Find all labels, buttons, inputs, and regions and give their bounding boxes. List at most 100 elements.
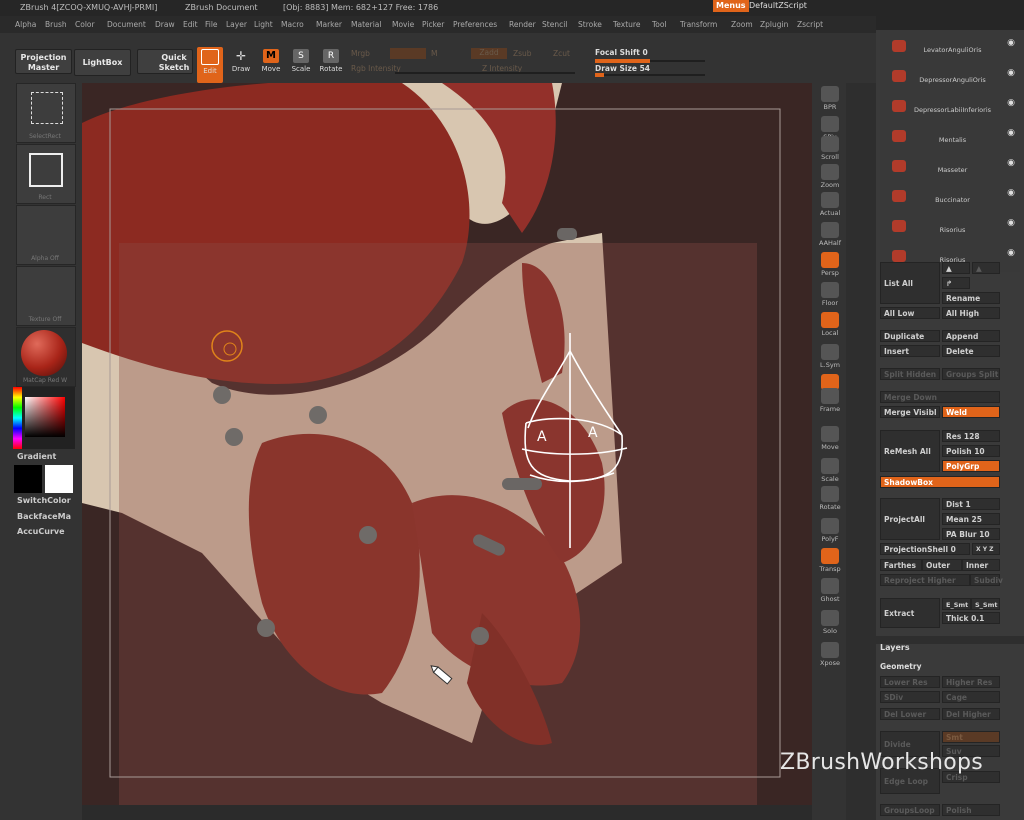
eye-icon[interactable]: ◉ [1007, 248, 1015, 258]
menu-render[interactable]: Render [509, 16, 536, 33]
subtool-item[interactable]: Buccinator ◉ [890, 188, 1015, 204]
menus-button[interactable]: Menus [713, 0, 749, 12]
groups-split-button[interactable]: Groups Split [942, 368, 1000, 380]
default-zscript-button[interactable]: DefaultZScript [746, 0, 810, 12]
shelf-local-button[interactable]: Local [817, 309, 843, 343]
all-high-button[interactable]: All High [942, 307, 1000, 319]
dist-slider[interactable]: Dist 1 [942, 498, 1000, 510]
weld-button[interactable]: Weld [942, 406, 1000, 418]
cage-button[interactable]: Cage [942, 691, 1000, 703]
projection-shell-slider[interactable]: ProjectionShell 0 [880, 543, 970, 555]
shelf-bpr-button[interactable]: BPR [817, 83, 843, 117]
menu-texture[interactable]: Texture [613, 16, 640, 33]
focal-shift-slider[interactable] [595, 59, 705, 63]
shelf-rotate-button[interactable]: Rotate [817, 483, 843, 517]
subdiv-button[interactable]: Subdiv [970, 574, 1003, 586]
polish-slider[interactable]: Polish 10 [942, 445, 1000, 457]
projection-master-button[interactable]: Projection Master [15, 49, 72, 74]
color-picker[interactable] [13, 387, 75, 449]
eye-icon[interactable]: ◉ [1007, 158, 1015, 168]
extract-button[interactable]: Extract [880, 598, 940, 628]
shelf-ghost-button[interactable]: Ghost [817, 575, 843, 609]
append-button[interactable]: Append [942, 330, 1000, 342]
eye-icon[interactable]: ◉ [1007, 128, 1015, 138]
subtool-item[interactable]: Mentalis ◉ [890, 128, 1015, 144]
inner-button[interactable]: Inner [962, 559, 1000, 571]
s-smt-button[interactable]: S_Smt [971, 598, 1000, 610]
menu-zplugin[interactable]: Zplugin [760, 16, 788, 33]
menu-document[interactable]: Document [107, 16, 146, 33]
list-all-button[interactable]: List All [880, 262, 940, 304]
menu-picker[interactable]: Picker [422, 16, 444, 33]
outer-button[interactable]: Outer [922, 559, 962, 571]
menu-marker[interactable]: Marker [316, 16, 342, 33]
shelf-actual-button[interactable]: Actual [817, 189, 843, 223]
switch-color-button[interactable]: SwitchColor [17, 496, 71, 505]
shelf-l-sym-button[interactable]: L.Sym [817, 341, 843, 375]
menu-stencil[interactable]: Stencil [542, 16, 567, 33]
shadowbox-button[interactable]: ShadowBox [880, 476, 1000, 488]
menu-macro[interactable]: Macro [281, 16, 304, 33]
menu-movie[interactable]: Movie [392, 16, 414, 33]
saturation-square[interactable] [25, 397, 65, 437]
polish-button[interactable]: Polish [942, 804, 1000, 816]
shelf-floor-button[interactable]: Floor [817, 279, 843, 313]
layers-section[interactable]: Layers [880, 643, 1000, 652]
shelf-xpose-button[interactable]: Xpose [817, 639, 843, 673]
menu-color[interactable]: Color [75, 16, 95, 33]
del-lower-button[interactable]: Del Lower [880, 708, 940, 720]
menu-brush[interactable]: Brush [45, 16, 67, 33]
hue-strip[interactable] [13, 387, 22, 449]
mean-slider[interactable]: Mean 25 [942, 513, 1000, 525]
edit-button[interactable]: Edit [197, 47, 223, 83]
eye-icon[interactable]: ◉ [1007, 218, 1015, 228]
subtool-item[interactable]: DepressorAnguliOris ◉ [890, 68, 1015, 84]
thick-slider[interactable]: Thick 0.1 [942, 612, 1000, 624]
backface-mask-button[interactable]: BackfaceMa [17, 512, 71, 521]
menu-alpha[interactable]: Alpha [15, 16, 36, 33]
scale-button[interactable]: S Scale [288, 47, 314, 83]
merge-visible-button[interactable]: Merge Visibl [880, 406, 940, 418]
menu-light[interactable]: Light [254, 16, 273, 33]
lightbox-button[interactable]: LightBox [74, 49, 131, 76]
smt-button[interactable]: Smt [942, 731, 1000, 743]
subtool-list[interactable]: LevatorAnguliOris ◉ DepressorAnguliOris ◉ De… [880, 30, 1020, 272]
reproject-higher-button[interactable]: Reproject Higher [880, 574, 970, 586]
z-intensity-slider[interactable] [470, 72, 575, 74]
sdiv-slider[interactable]: SDiv [880, 691, 940, 703]
secondary-color-swatch[interactable] [45, 465, 73, 493]
menu-tool[interactable]: Tool [652, 16, 667, 33]
right-scroll-track[interactable] [846, 83, 876, 820]
res-slider[interactable]: Res 128 [942, 430, 1000, 442]
eye-icon[interactable]: ◉ [1007, 68, 1015, 78]
remesh-all-button[interactable]: ReMesh All [880, 430, 940, 472]
shelf-persp-button[interactable]: Persp [817, 249, 843, 283]
merge-down-button[interactable]: Merge Down [880, 391, 1000, 403]
xyz-button[interactable]: X Y Z [972, 543, 1000, 555]
higher-res-button[interactable]: Higher Res [942, 676, 1000, 688]
menu-file[interactable]: File [205, 16, 218, 33]
subtool-item[interactable]: Risorius ◉ [890, 218, 1015, 234]
pa-blur-slider[interactable]: PA Blur 10 [942, 528, 1000, 540]
geometry-section[interactable]: Geometry [880, 662, 1000, 671]
sculpt-scene[interactable]: A A [82, 83, 812, 805]
m-button[interactable]: M [431, 49, 437, 58]
focal-shift-control[interactable]: Focal Shift 0 [595, 48, 648, 57]
draw-button[interactable]: ✛ Draw [228, 47, 254, 83]
menu-material[interactable]: Material [351, 16, 381, 33]
insert-button[interactable]: Insert [880, 345, 940, 357]
polygrp-button[interactable]: PolyGrp [942, 460, 1000, 472]
eye-icon[interactable]: ◉ [1007, 98, 1015, 108]
rgb-button[interactable] [390, 48, 426, 59]
all-low-button[interactable]: All Low [880, 307, 940, 319]
e-smt-button[interactable]: E_Smt [942, 598, 971, 610]
subtool-item[interactable]: Masseter ◉ [890, 158, 1015, 174]
eye-icon[interactable]: ◉ [1007, 188, 1015, 198]
project-all-button[interactable]: ProjectAll [880, 498, 940, 540]
zadd-button[interactable]: Zadd [471, 48, 507, 59]
rgb-intensity-slider[interactable] [395, 72, 470, 74]
zsub-button[interactable]: Zsub [513, 49, 532, 58]
shelf-move-button[interactable]: Move [817, 423, 843, 457]
primary-color-swatch[interactable] [14, 465, 42, 493]
duplicate-button[interactable]: Duplicate [880, 330, 940, 342]
